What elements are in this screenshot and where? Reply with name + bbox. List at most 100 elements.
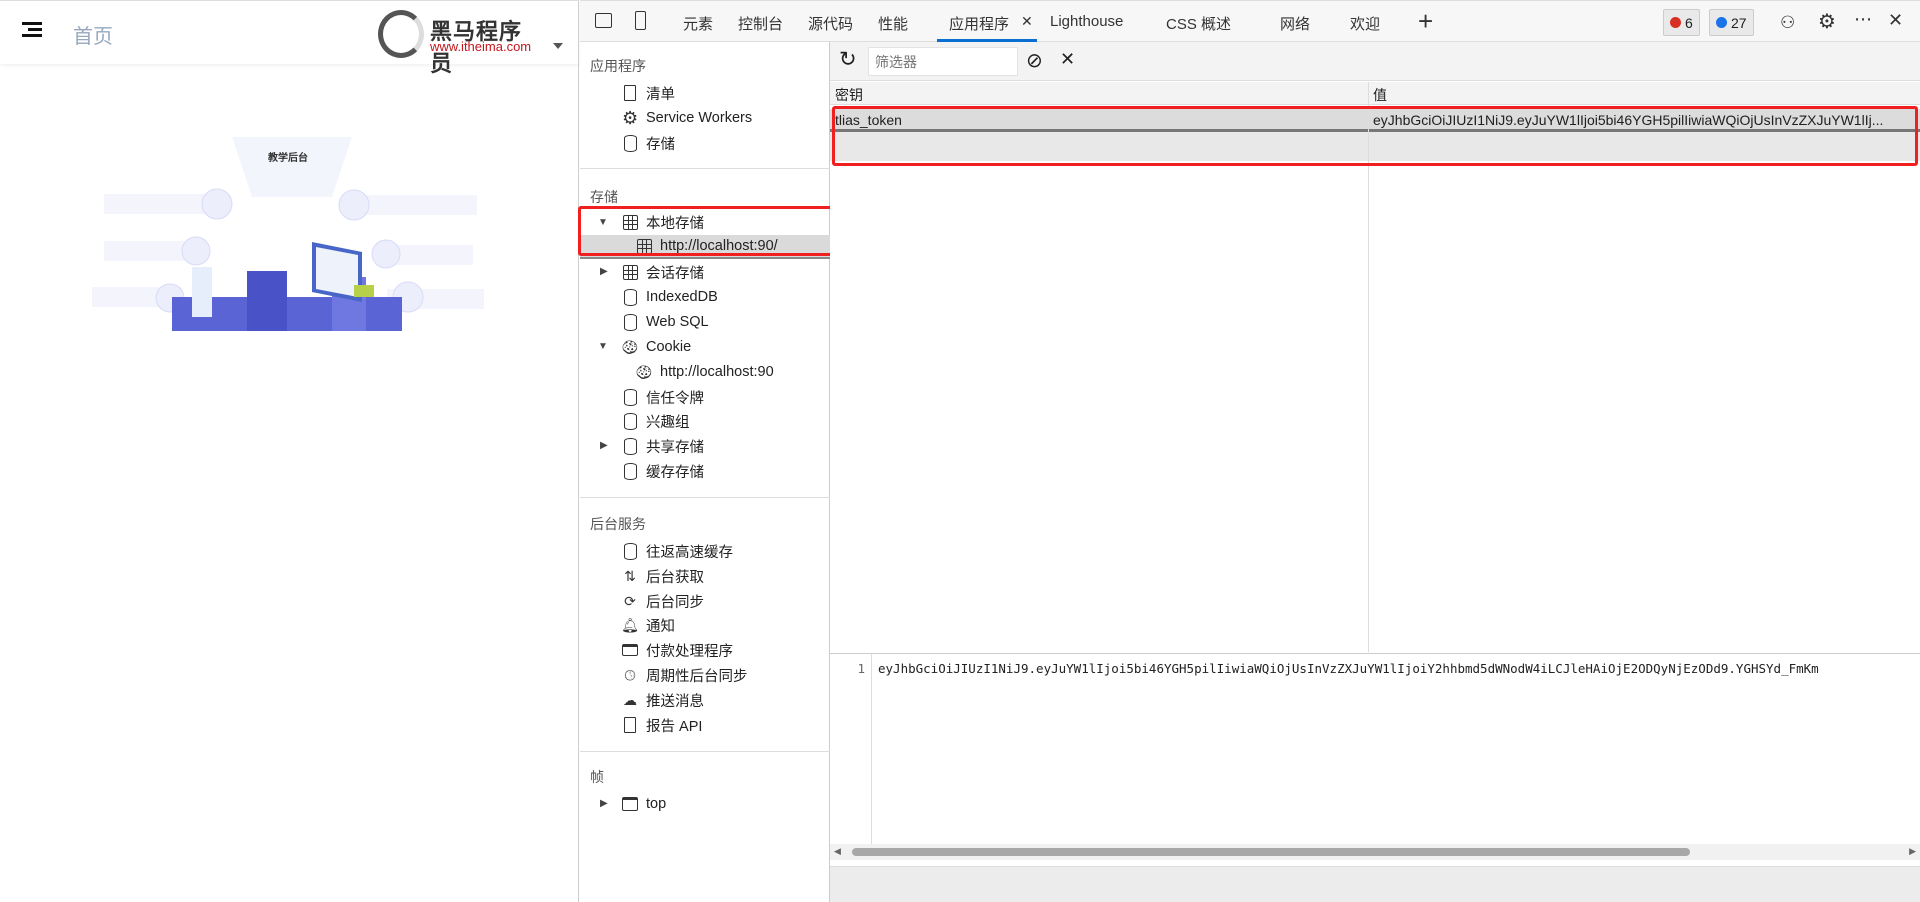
devtools-toolbar: 元素 控制台 源代码 性能 应用程序 ✕ Lighthouse CSS 概述 网… — [580, 0, 1920, 42]
sidebar-item-storage[interactable]: 存储 — [622, 131, 675, 155]
scrollbar-thumb[interactable] — [852, 848, 1690, 856]
user-dropdown-icon[interactable] — [553, 43, 563, 49]
gear-icon: ⚙ — [621, 107, 639, 128]
messages-badge[interactable]: 27 — [1709, 9, 1754, 36]
column-header-value[interactable]: 值 — [1368, 82, 1920, 109]
document-icon — [624, 85, 636, 101]
value-preview-editor[interactable]: 1 eyJhbGciOiJIUzI1NiJ9.eyJuYW1lIjoi5bi46… — [830, 653, 1920, 883]
sidebar-item-cookie-origin[interactable]: 🍪︎ http://localhost:90 — [635, 360, 774, 384]
sidebar-item-periodic-sync[interactable]: 🕓︎ 周期性后台同步 — [622, 663, 748, 687]
tab-application[interactable]: 应用程序 — [949, 13, 1009, 34]
close-devtools-icon[interactable]: ✕ — [1888, 10, 1903, 31]
tab-elements[interactable]: 元素 — [683, 13, 713, 34]
device-toolbar-icon[interactable] — [635, 11, 646, 30]
bell-icon: 🔔︎ — [621, 616, 639, 633]
menu-toggle-icon[interactable] — [22, 22, 42, 38]
label: 周期性后台同步 — [646, 668, 748, 685]
dashboard-illustration: 教学后台 — [92, 137, 484, 331]
delete-selected-icon[interactable]: ✕ — [1060, 49, 1075, 70]
add-tab-icon[interactable]: + — [1418, 6, 1433, 37]
label: Web SQL — [646, 314, 709, 330]
horizontal-scrollbar[interactable]: ◀ ▶ — [830, 844, 1920, 860]
settings-gear-icon[interactable]: ⚙ — [1818, 9, 1836, 34]
highlight-box-local-storage — [578, 206, 840, 256]
cookie-icon: 🍪︎ — [635, 363, 653, 380]
web-page: 首页 黑马程序员 www.itheima.com 教学后台 — [0, 0, 579, 902]
label: 付款处理程序 — [646, 643, 733, 660]
tab-console[interactable]: 控制台 — [738, 13, 783, 34]
label: 存储 — [646, 136, 675, 153]
collapsed-arrow-icon[interactable]: ▶ — [600, 798, 608, 809]
sidebar-item-session-storage[interactable]: 会话存储 — [622, 260, 704, 284]
sidebar-item-interest-groups[interactable]: 兴趣组 — [622, 409, 690, 433]
application-sidebar: 应用程序 清单 ⚙ Service Workers 存储 存储 ▼ 本地存储 ht… — [580, 42, 830, 902]
sidebar-item-cache-storage[interactable]: 缓存存储 — [622, 459, 704, 483]
divider — [580, 497, 830, 498]
sidebar-item-cookie[interactable]: 🍪︎ Cookie — [621, 335, 691, 359]
sidebar-item-background-fetch[interactable]: ⇅ 后台获取 — [622, 564, 704, 588]
divider — [580, 168, 830, 169]
label: 兴趣组 — [646, 414, 690, 431]
sidebar-item-push-messaging[interactable]: ☁ 推送消息 — [622, 688, 704, 712]
collapsed-arrow-icon[interactable]: ▶ — [600, 266, 608, 277]
column-header-key[interactable]: 密钥 — [830, 82, 1368, 109]
sidebar-item-bfcache[interactable]: 往返高速缓存 — [622, 539, 733, 563]
database-icon — [623, 288, 637, 306]
label: 共享存储 — [646, 439, 704, 456]
section-heading-frames: 帧 — [590, 769, 604, 785]
table-icon — [622, 264, 638, 280]
sidebar-item-web-sql[interactable]: Web SQL — [622, 310, 709, 334]
error-icon — [1670, 17, 1681, 28]
customize-icon[interactable]: ⚇ — [1780, 13, 1795, 33]
tab-sources[interactable]: 源代码 — [808, 13, 853, 34]
message-count: 27 — [1731, 14, 1747, 31]
sidebar-item-shared-storage[interactable]: 共享存储 — [622, 434, 704, 458]
inspect-element-icon[interactable] — [595, 13, 612, 28]
tab-lighthouse[interactable]: Lighthouse — [1050, 13, 1123, 30]
sidebar-item-background-sync[interactable]: ⟳ 后台同步 — [622, 589, 704, 613]
section-heading-background-services: 后台服务 — [590, 516, 646, 532]
label: 会话存储 — [646, 265, 704, 282]
column-divider[interactable] — [1368, 82, 1369, 652]
tab-css-overview[interactable]: CSS 概述 — [1166, 13, 1231, 34]
tab-network[interactable]: 网络 — [1280, 13, 1310, 34]
label: IndexedDB — [646, 289, 718, 305]
logo-url: www.itheima.com — [430, 39, 532, 54]
sidebar-item-payment-handler[interactable]: 付款处理程序 — [622, 638, 733, 662]
line-number: 1 — [830, 654, 872, 844]
scroll-left-icon[interactable]: ◀ — [834, 846, 841, 857]
up-down-arrows-icon: ⇅ — [624, 567, 636, 584]
filter-input[interactable] — [868, 47, 1018, 76]
label: http://localhost:90 — [660, 364, 774, 380]
sidebar-item-reporting-api[interactable]: 报告 API — [622, 713, 702, 737]
sidebar-item-trust-tokens[interactable]: 信任令牌 — [622, 385, 704, 409]
logo-horse-icon — [378, 10, 424, 58]
logo: 黑马程序员 www.itheima.com — [378, 8, 538, 76]
breadcrumb-home[interactable]: 首页 — [73, 20, 113, 49]
label: top — [646, 796, 667, 812]
divider — [580, 751, 830, 752]
tab-welcome[interactable]: 欢迎 — [1350, 13, 1380, 34]
devtools-panel: 元素 控制台 源代码 性能 应用程序 ✕ Lighthouse CSS 概述 网… — [578, 0, 1920, 902]
sidebar-item-indexeddb[interactable]: IndexedDB — [622, 285, 718, 309]
label: 后台同步 — [646, 594, 704, 611]
tab-performance[interactable]: 性能 — [878, 13, 908, 34]
label: 推送消息 — [646, 693, 704, 710]
more-options-icon[interactable]: ⋯ — [1854, 9, 1872, 30]
sidebar-item-frame-top[interactable]: top — [622, 792, 666, 816]
label: 往返高速缓存 — [646, 544, 733, 561]
sidebar-item-manifest[interactable]: 清单 — [622, 81, 675, 105]
errors-badge[interactable]: 6 — [1663, 9, 1700, 36]
sidebar-item-notifications[interactable]: 🔔︎ 通知 — [621, 613, 675, 637]
clear-all-icon[interactable]: ⊘ — [1026, 48, 1043, 73]
sidebar-item-service-workers[interactable]: ⚙ Service Workers — [622, 106, 752, 130]
database-icon — [623, 437, 637, 455]
close-tab-icon[interactable]: ✕ — [1021, 13, 1033, 30]
error-count: 6 — [1685, 14, 1693, 31]
scroll-right-icon[interactable]: ▶ — [1909, 846, 1916, 857]
collapsed-arrow-icon[interactable]: ▶ — [600, 440, 608, 451]
refresh-icon[interactable]: ↻ — [839, 47, 857, 72]
token-value-text[interactable]: eyJhbGciOiJIUzI1NiJ9.eyJuYW1lIjoi5bi46YG… — [878, 661, 1918, 676]
expanded-arrow-icon[interactable]: ▼ — [598, 341, 608, 352]
database-icon — [623, 412, 637, 430]
